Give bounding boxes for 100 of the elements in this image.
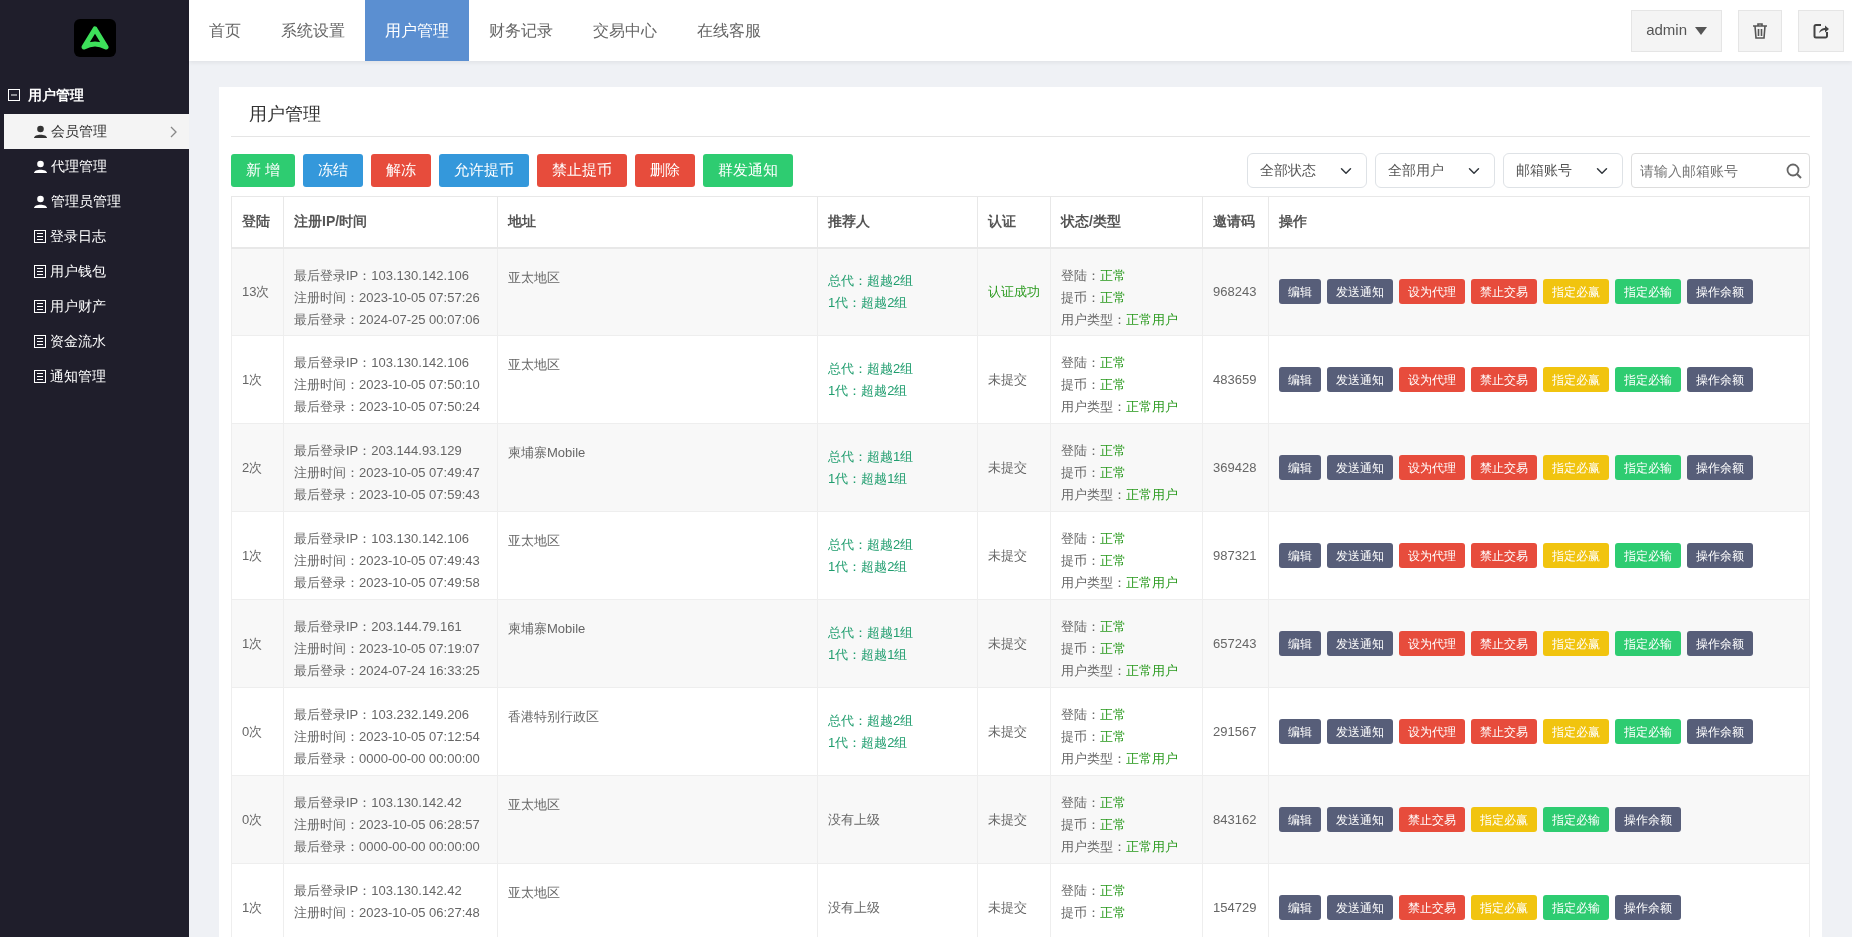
- info-line: 注册时间：2023-10-05 07:19:07: [294, 640, 481, 658]
- action-button[interactable]: 设为代理: [1399, 367, 1465, 392]
- user-icon: [34, 160, 47, 173]
- action-button[interactable]: 禁止交易: [1471, 719, 1537, 744]
- action-button[interactable]: 操作余额: [1687, 279, 1753, 305]
- nav-tab[interactable]: 首页: [189, 0, 261, 61]
- sidebar-item[interactable]: 用户财产: [4, 289, 189, 324]
- action-button[interactable]: 编辑: [1279, 279, 1321, 305]
- action-button[interactable]: 操作余额: [1687, 719, 1753, 744]
- referrer-line: 1代：超越2组: [828, 381, 909, 400]
- status-line: 登陆：正常: [1061, 442, 1127, 460]
- toolbar-button[interactable]: 禁止提币: [537, 154, 628, 187]
- action-button[interactable]: 发送通知: [1327, 455, 1393, 480]
- action-button[interactable]: 操作余额: [1615, 807, 1681, 832]
- action-button[interactable]: 禁止交易: [1399, 895, 1465, 920]
- table-cell: 未提交: [977, 687, 1051, 776]
- action-button[interactable]: 编辑: [1279, 543, 1321, 568]
- action-button[interactable]: 编辑: [1279, 807, 1321, 832]
- referrer-line: 1代：超越2组: [828, 293, 909, 312]
- sidebar-item[interactable]: 登录日志: [4, 219, 189, 254]
- sidebar-group-label: 用户管理: [28, 85, 84, 105]
- action-button[interactable]: 禁止交易: [1471, 367, 1537, 392]
- table-cell: 未提交: [977, 775, 1051, 864]
- sidebar-group-header[interactable]: 用户管理: [0, 76, 189, 114]
- status-line: 登陆：正常: [1061, 706, 1127, 724]
- trash-icon: [1753, 22, 1767, 39]
- action-button[interactable]: 禁止交易: [1471, 543, 1537, 568]
- toolbar-button[interactable]: 解冻: [371, 154, 432, 187]
- nav-tab[interactable]: 用户管理: [365, 0, 469, 61]
- list-icon: [34, 370, 46, 383]
- action-button[interactable]: 发送通知: [1327, 719, 1393, 744]
- toolbar-button[interactable]: 允许提币: [439, 154, 530, 187]
- referrer-line: 总代：超越2组: [828, 535, 915, 554]
- table-cell: 1次: [231, 335, 284, 424]
- nav-tab[interactable]: 系统设置: [261, 0, 365, 61]
- action-button[interactable]: 发送通知: [1327, 807, 1393, 832]
- action-button[interactable]: 编辑: [1279, 631, 1321, 656]
- action-button[interactable]: 编辑: [1279, 367, 1321, 392]
- action-button[interactable]: 设为代理: [1399, 455, 1465, 480]
- info-line: 最后登录：2024-07-25 00:07:06: [294, 310, 481, 329]
- status-line: 提币：正常: [1061, 376, 1127, 394]
- user-menu-button[interactable]: admin: [1631, 9, 1722, 52]
- action-button[interactable]: 设为代理: [1399, 719, 1465, 744]
- action-button[interactable]: 设为代理: [1399, 631, 1465, 656]
- table-cell: 未提交: [977, 599, 1051, 688]
- trash-button[interactable]: [1738, 9, 1782, 52]
- info-line: 注册时间：2023-10-05 07:49:43: [294, 552, 481, 570]
- table-cell: 1次: [231, 863, 284, 937]
- action-button[interactable]: 禁止交易: [1471, 279, 1537, 305]
- status-line: 用户类型：正常用户: [1061, 574, 1179, 592]
- action-button[interactable]: 禁止交易: [1471, 455, 1537, 480]
- toolbar-button[interactable]: 删除: [635, 154, 696, 187]
- action-button[interactable]: 发送通知: [1327, 895, 1393, 920]
- action-button[interactable]: 发送通知: [1327, 279, 1393, 305]
- info-line: 最后登录：0000-00-00 00:00:00: [294, 838, 481, 856]
- referrer-line: 1代：超越2组: [828, 557, 909, 576]
- filter-select[interactable]: 全部用户: [1375, 153, 1495, 188]
- action-button[interactable]: 编辑: [1279, 895, 1321, 920]
- action-button[interactable]: 操作余额: [1687, 367, 1753, 392]
- info-line: 最后登录IP：203.144.93.129: [294, 442, 463, 460]
- sidebar-item[interactable]: 会员管理: [4, 114, 189, 149]
- search-field[interactable]: 请输入邮箱账号: [1631, 153, 1810, 188]
- logo-icon: [73, 19, 116, 57]
- action-button[interactable]: 设为代理: [1399, 543, 1465, 568]
- nav-tab[interactable]: 在线客服: [677, 0, 781, 61]
- sidebar-item[interactable]: 管理员管理: [4, 184, 189, 219]
- nav-tab[interactable]: 交易中心: [573, 0, 677, 61]
- table-cell: 369428: [1202, 423, 1269, 512]
- toolbar-button[interactable]: 冻结: [303, 154, 364, 187]
- action-button[interactable]: 设为代理: [1399, 279, 1465, 305]
- sidebar-item[interactable]: 通知管理: [4, 359, 189, 394]
- list-icon: [34, 265, 46, 278]
- sidebar-item[interactable]: 资金流水: [4, 324, 189, 359]
- info-line: 最后登录：2023-10-05 07:59:43: [294, 486, 481, 504]
- info-line: 注册时间：2023-10-05 07:12:54: [294, 728, 481, 746]
- action-button[interactable]: 操作余额: [1687, 455, 1753, 480]
- logout-button[interactable]: [1798, 9, 1844, 52]
- table-cell: 亚太地区: [497, 247, 818, 336]
- referrer-line: 总代：超越2组: [828, 711, 915, 730]
- action-button[interactable]: 编辑: [1279, 455, 1321, 480]
- action-button[interactable]: 禁止交易: [1471, 631, 1537, 656]
- info-line: 最后登录：0000-00-00 00:00:00: [294, 750, 481, 768]
- referrer-line: 1代：超越2组: [828, 733, 909, 752]
- filter-select[interactable]: 邮箱账号: [1503, 153, 1623, 188]
- action-button[interactable]: 编辑: [1279, 719, 1321, 744]
- sidebar-item[interactable]: 用户钱包: [4, 254, 189, 289]
- action-button[interactable]: 发送通知: [1327, 367, 1393, 392]
- nav-tab[interactable]: 财务记录: [469, 0, 573, 61]
- sidebar-item[interactable]: 代理管理: [4, 149, 189, 184]
- action-button[interactable]: 操作余额: [1687, 631, 1753, 656]
- action-button[interactable]: 操作余额: [1687, 543, 1753, 568]
- action-button[interactable]: 发送通知: [1327, 543, 1393, 568]
- action-button[interactable]: 发送通知: [1327, 631, 1393, 656]
- share-icon: [1813, 22, 1829, 39]
- info-line: 最后登录IP：103.232.149.206: [294, 706, 470, 724]
- list-icon: [34, 300, 46, 313]
- action-button[interactable]: 操作余额: [1615, 895, 1681, 920]
- filter-select[interactable]: 全部状态: [1247, 153, 1367, 188]
- action-button[interactable]: 禁止交易: [1399, 807, 1465, 832]
- table-cell: 843162: [1202, 775, 1269, 864]
